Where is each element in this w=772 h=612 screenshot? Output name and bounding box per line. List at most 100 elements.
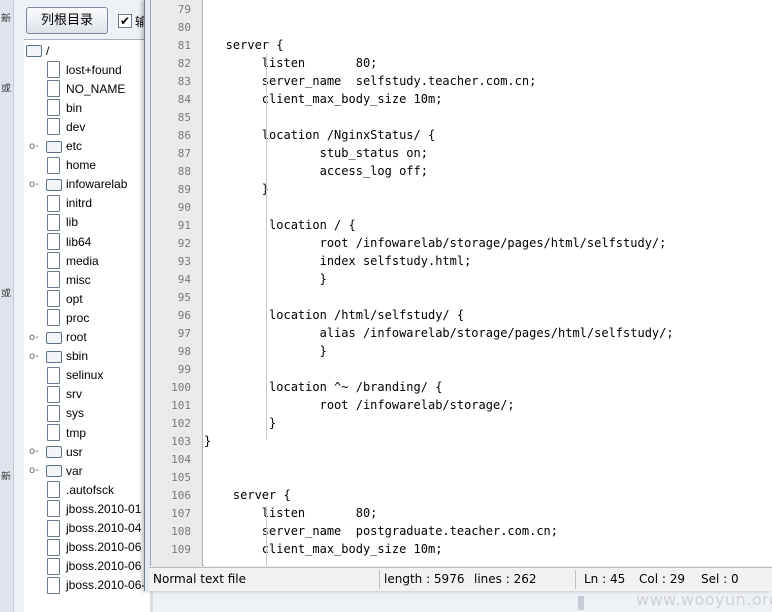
line-number: 102 xyxy=(171,417,191,430)
code-line[interactable]: index selfstudy.html; xyxy=(204,254,472,272)
tree-item[interactable]: / xyxy=(24,41,150,60)
tree-item[interactable]: proc xyxy=(24,308,150,327)
folder-icon xyxy=(46,446,62,459)
expand-toggle-icon[interactable]: o- xyxy=(29,137,39,156)
code-line[interactable]: location ^~ /branding/ { xyxy=(204,380,442,398)
tree-item-label: jboss.2010-01 xyxy=(66,501,142,516)
tree-item[interactable]: lib xyxy=(24,213,150,232)
tree-item-label: misc xyxy=(66,272,91,287)
file-icon xyxy=(47,385,60,403)
line-number: 92 xyxy=(177,237,191,250)
checkbox-check-icon[interactable]: ✔ xyxy=(118,14,132,28)
tree-item[interactable]: NO_NAME xyxy=(24,79,150,98)
expand-toggle-icon[interactable]: o- xyxy=(29,347,39,366)
line-number: 82 xyxy=(177,57,191,70)
code-line[interactable]: access_log off; xyxy=(204,164,428,182)
tree-item[interactable]: lost+found xyxy=(24,60,150,79)
status-file-type: Normal text file xyxy=(153,572,247,586)
folder-icon xyxy=(46,331,62,344)
tree-item-label: NO_NAME xyxy=(66,81,126,96)
tree-item-label: infowarelab xyxy=(66,177,128,192)
line-number: 108 xyxy=(171,525,191,538)
tree-item[interactable]: o-usr xyxy=(24,442,150,461)
file-icon xyxy=(47,309,60,327)
tree-item-label: home xyxy=(66,158,97,173)
file-icon xyxy=(47,252,60,270)
tree-item[interactable]: srv xyxy=(24,385,150,404)
tree-item[interactable]: jboss.2010-06-10-11.38.32 xyxy=(24,576,150,595)
tree-item-label: bin xyxy=(66,100,83,115)
tree-item[interactable]: misc xyxy=(24,270,150,289)
code-line[interactable]: client_max_body_size 10m; xyxy=(204,542,443,560)
edge-glyph: 新 xyxy=(1,472,11,480)
line-number: 87 xyxy=(177,147,191,160)
code-line[interactable]: server { xyxy=(204,38,284,56)
status-col: Col : 29 xyxy=(639,572,685,586)
line-number: 93 xyxy=(177,255,191,268)
tree-item[interactable]: home xyxy=(24,156,150,175)
tree-item[interactable]: .autofsck xyxy=(24,480,150,499)
file-icon xyxy=(47,99,60,117)
tree-item[interactable]: o-infowarelab xyxy=(24,175,150,194)
code-line[interactable]: server { xyxy=(204,488,291,506)
line-number: 80 xyxy=(177,21,191,34)
code-line[interactable]: location /NginxStatus/ { xyxy=(204,128,435,146)
tree-item[interactable]: sys xyxy=(24,404,150,423)
tree-item[interactable]: dev xyxy=(24,117,150,136)
file-icon xyxy=(47,424,60,441)
line-number-gutter: 79 80 81 82 83 84 85 86 87 88 89 90 91 92 93 94 95 96 97 98… xyxy=(151,0,203,566)
tree-item-label: dev xyxy=(66,119,86,134)
line-number: 106 xyxy=(171,489,191,502)
code-line[interactable]: server_name postgraduate.teacher.com.cn; xyxy=(204,524,558,542)
code-line[interactable]: } xyxy=(204,434,211,452)
code-line[interactable]: listen 80; xyxy=(204,506,378,524)
code-line[interactable]: server_name selfstudy.teacher.com.cn; xyxy=(204,74,537,92)
tree-item-label: jboss.2010-06 xyxy=(66,559,142,574)
tree-item[interactable]: bin xyxy=(24,98,150,117)
file-icon xyxy=(47,557,60,575)
directory-tree[interactable]: / lost+found NO_NAMEbin dev o-etc home o-infow… xyxy=(24,39,150,612)
status-length: length : 5976 xyxy=(384,572,465,586)
tree-item[interactable]: o-etc xyxy=(24,137,150,156)
line-number: 109 xyxy=(171,543,191,556)
tree-item[interactable]: selinux xyxy=(24,366,150,385)
folder-icon xyxy=(46,178,62,191)
list-root-button[interactable]: 列根目录 xyxy=(26,7,108,34)
code-text-area[interactable]: server { listen 80; server_name selfstud… xyxy=(204,0,772,566)
tree-item[interactable]: jboss.2010-01 xyxy=(24,499,150,518)
file-icon xyxy=(47,500,60,518)
expand-toggle-icon[interactable]: o- xyxy=(29,175,39,194)
tree-item[interactable]: o-root xyxy=(24,328,150,347)
code-line[interactable]: location / { xyxy=(204,218,356,236)
code-line[interactable]: alias /infowarelab/storage/pages/html/se… xyxy=(204,326,674,344)
code-line[interactable]: client_max_body_size 10m; xyxy=(204,92,443,110)
folder-icon xyxy=(46,350,62,363)
tree-item[interactable]: opt xyxy=(24,289,150,308)
expand-toggle-icon[interactable]: o- xyxy=(29,442,39,461)
expand-toggle-icon[interactable]: o- xyxy=(29,461,39,480)
tree-item[interactable]: initrd xyxy=(24,194,150,213)
expand-toggle-icon[interactable]: o- xyxy=(29,328,39,347)
tree-item[interactable]: tmp xyxy=(24,423,150,442)
line-number: 83 xyxy=(177,75,191,88)
status-lines: lines : 262 xyxy=(474,572,537,586)
tree-item[interactable]: jboss.2010-04 xyxy=(24,519,150,538)
text-editor-window: 79 80 81 82 83 84 85 86 87 88 89 90 91 92 93 94 95 96 97 98… xyxy=(144,0,772,591)
tree-item[interactable]: media xyxy=(24,251,150,270)
code-line[interactable]: } xyxy=(204,182,269,200)
tree-item[interactable]: lib64 xyxy=(24,232,150,251)
code-line[interactable]: stub_status on; xyxy=(204,146,428,164)
tree-item[interactable]: jboss.2010-06 xyxy=(24,557,150,576)
tree-item[interactable]: o-var xyxy=(24,461,150,480)
code-line[interactable]: listen 80; xyxy=(204,56,378,74)
code-line[interactable]: location /html/selfstudy/ { xyxy=(204,308,464,326)
tree-item[interactable]: jboss.2010-06 xyxy=(24,538,150,557)
background-scroll-thumb[interactable] xyxy=(578,596,584,610)
file-icon xyxy=(47,481,60,499)
tree-item-label: jboss.2010-06-10-11.38.32 xyxy=(66,578,150,593)
line-number: 100 xyxy=(171,381,191,394)
tree-item[interactable]: o-sbin xyxy=(24,347,150,366)
code-line[interactable]: root /infowarelab/storage/; xyxy=(204,398,515,416)
tree-item-label: jboss.2010-06 xyxy=(66,540,142,555)
code-line[interactable]: root /infowarelab/storage/pages/html/sel… xyxy=(204,236,667,254)
